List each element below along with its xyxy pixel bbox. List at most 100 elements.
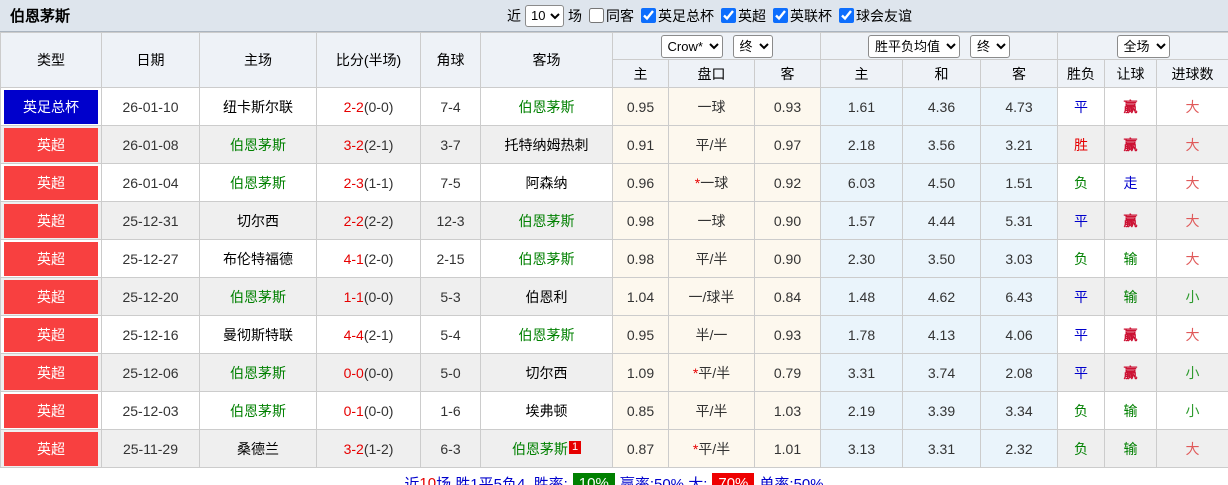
- match-count-select[interactable]: 10: [525, 4, 564, 27]
- avg-final-select[interactable]: 终: [970, 34, 1010, 58]
- away-team-cell: 切尔西: [480, 353, 613, 392]
- handicap-cell: 平/半: [668, 391, 755, 430]
- odds-home-cell: 1.04: [612, 277, 669, 316]
- same-opponent-option: 同客: [582, 6, 634, 26]
- corner-cell: 5-3: [420, 277, 481, 316]
- home-team-cell: 桑德兰: [199, 429, 317, 468]
- avg-home-cell: 6.03: [820, 163, 903, 202]
- page-title: 伯恩茅斯: [10, 8, 71, 25]
- sub-header-avg-home: 主: [820, 59, 903, 88]
- home-team-cell: 曼彻斯特联: [199, 315, 317, 354]
- matches-table: 类型 日期 主场 比分(半场) 角球 客场 Crow* 终 胜平负均值终 全场 主…: [0, 32, 1228, 468]
- odds-away-cell: 0.92: [754, 163, 821, 202]
- league-cup-checkbox[interactable]: [773, 8, 788, 23]
- red-card-badge: 1: [568, 440, 582, 454]
- odds-home-cell: 0.87: [612, 429, 669, 468]
- handicap-result-cell: 输: [1104, 277, 1157, 316]
- avg-home-cell: 2.30: [820, 239, 903, 278]
- odds-away-cell: 0.90: [754, 201, 821, 240]
- avg-select-group: 胜平负均值终: [820, 32, 1058, 60]
- matches-suffix-label: 场: [568, 7, 582, 24]
- avg-home-cell: 3.13: [820, 429, 903, 468]
- sub-header-handicap: 盘口: [668, 59, 755, 88]
- win-rate-badge: 10%: [572, 472, 615, 485]
- result-cell: 平: [1057, 315, 1105, 354]
- sub-header-avg-draw: 和: [902, 59, 981, 88]
- avg-away-cell: 6.43: [980, 277, 1058, 316]
- result-cell: 负: [1057, 239, 1105, 278]
- league-cell: 英超: [0, 239, 102, 278]
- avg-draw-cell: 4.36: [902, 87, 981, 126]
- match-row: 英超 25-12-31 切尔西 2-2(2-2) 12-3 伯恩茅斯 0.98 一球 0.90 1…: [0, 201, 1228, 240]
- avg-draw-cell: 3.39: [902, 391, 981, 430]
- avg-home-cell: 1.61: [820, 87, 903, 126]
- odds-home-cell: 0.98: [612, 239, 669, 278]
- premier-league-checkbox[interactable]: [721, 8, 736, 23]
- avg-home-cell: 2.19: [820, 391, 903, 430]
- score-cell: 4-1(2-0): [316, 239, 421, 278]
- handicap-result-cell: 赢: [1104, 201, 1157, 240]
- date-cell: 26-01-04: [101, 163, 200, 202]
- corner-cell: 6-3: [420, 429, 481, 468]
- odds-away-cell: 0.93: [754, 87, 821, 126]
- goals-cell: 小: [1155, 353, 1228, 392]
- odds-away-cell: 0.93: [754, 315, 821, 354]
- same-opponent-checkbox[interactable]: [589, 8, 604, 23]
- goals-cell: 大: [1155, 125, 1228, 164]
- odds-final-select[interactable]: 终: [732, 34, 773, 58]
- corner-cell: 1-6: [420, 391, 481, 430]
- score-cell: 2-3(1-1): [316, 163, 421, 202]
- filter-fa-cup: 英足总杯: [634, 6, 714, 26]
- result-cell: 平: [1057, 353, 1105, 392]
- goals-cell: 大: [1155, 163, 1228, 202]
- result-cell: 平: [1057, 277, 1105, 316]
- result-cell: 负: [1057, 163, 1105, 202]
- col-header-away: 客场: [480, 32, 613, 88]
- home-team-cell: 伯恩茅斯: [199, 277, 317, 316]
- avg-draw-cell: 4.50: [902, 163, 981, 202]
- odds-home-cell: 1.09: [612, 353, 669, 392]
- avg-draw-cell: 3.74: [902, 353, 981, 392]
- handicap-result-cell: 输: [1104, 429, 1157, 468]
- avg-home-cell: 2.18: [820, 125, 903, 164]
- score-cell: 1-1(0-0): [316, 277, 421, 316]
- match-row: 英超 25-12-16 曼彻斯特联 4-4(2-1) 5-4 伯恩茅斯 0.95 半/一 0.9…: [0, 315, 1228, 354]
- col-header-result: 胜负: [1057, 59, 1105, 88]
- league-cell: 英超: [0, 163, 102, 202]
- home-team-cell: 伯恩茅斯: [199, 353, 317, 392]
- scope-select-group: 全场: [1056, 32, 1228, 60]
- away-team-cell: 伯恩茅斯: [480, 87, 613, 126]
- avg-draw-cell: 4.62: [902, 277, 981, 316]
- handicap-win-rate-text: 赢率:50%: [619, 475, 685, 485]
- home-team-cell: 布伦特福德: [199, 239, 317, 278]
- away-team-cell: 托特纳姆热刺: [480, 125, 613, 164]
- away-team-cell: 伯恩利: [480, 277, 613, 316]
- fa-cup-checkbox[interactable]: [641, 8, 656, 23]
- scope-select[interactable]: 全场: [1116, 34, 1170, 58]
- league-cell: 英超: [0, 125, 102, 164]
- corner-cell: 12-3: [420, 201, 481, 240]
- result-cell: 平: [1057, 201, 1105, 240]
- odds-home-cell: 0.85: [612, 391, 669, 430]
- match-row: 英超 25-12-27 布伦特福德 4-1(2-0) 2-15 伯恩茅斯 0.98 平/半 0.…: [0, 239, 1228, 278]
- away-team-cell: 伯恩茅斯: [480, 239, 613, 278]
- avg-odds-select[interactable]: 胜平负均值: [868, 34, 960, 58]
- odds-home-cell: 0.98: [612, 201, 669, 240]
- handicap-result-cell: 赢: [1104, 87, 1157, 126]
- odds-home-cell: 0.91: [612, 125, 669, 164]
- col-header-handicap-result: 让球: [1104, 59, 1157, 88]
- filter-league-cup: 英联杯: [766, 6, 832, 26]
- corner-cell: 5-4: [420, 315, 481, 354]
- friendly-checkbox[interactable]: [839, 8, 854, 23]
- col-header-score: 比分(半场): [316, 32, 421, 88]
- filter-premier-league: 英超: [714, 6, 766, 26]
- score-cell: 3-2(2-1): [316, 125, 421, 164]
- goals-cell: 大: [1155, 429, 1228, 468]
- odds-company-select[interactable]: Crow*: [660, 34, 723, 58]
- goals-cell: 大: [1155, 87, 1228, 126]
- corner-cell: 2-15: [420, 239, 481, 278]
- away-team-cell: 伯恩茅斯: [480, 201, 613, 240]
- avg-away-cell: 3.34: [980, 391, 1058, 430]
- odds-home-cell: 0.95: [612, 87, 669, 126]
- big-label: 大:: [688, 475, 708, 485]
